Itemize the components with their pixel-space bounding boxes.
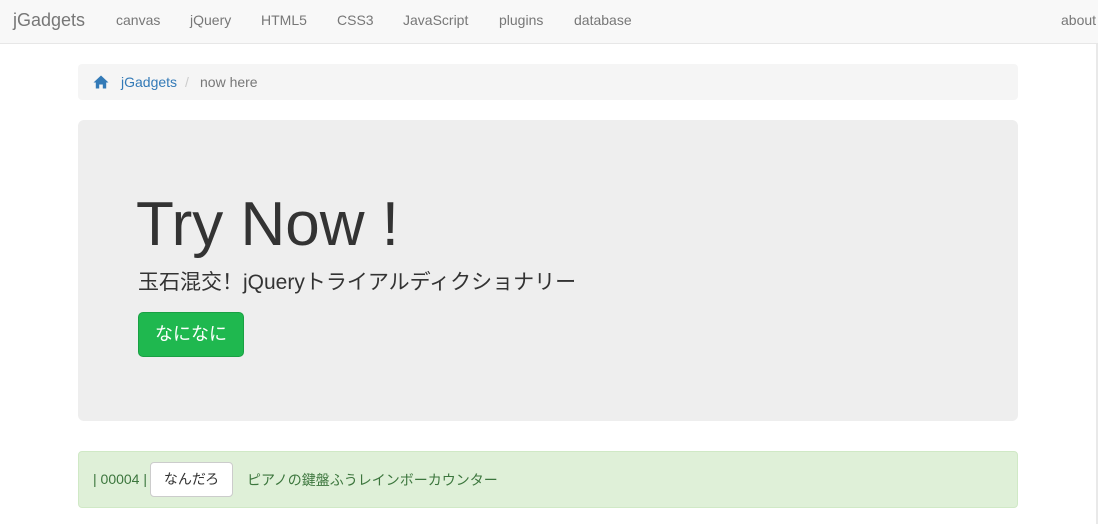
nav-item-jquery[interactable]: jQuery — [190, 12, 231, 28]
counter-alert: | 00004 | なんだろ ピアノの鍵盤ふうレインボーカウンター — [78, 451, 1018, 508]
top-navbar: jGadgets canvas jQuery HTML5 CSS3 JavaSc… — [0, 0, 1098, 44]
nav-item-about[interactable]: about — [1061, 12, 1096, 28]
nav-item-css3[interactable]: CSS3 — [337, 12, 374, 28]
nav-item-database[interactable]: database — [574, 12, 632, 28]
nav-item-plugins[interactable]: plugins — [499, 12, 543, 28]
hero-title: Try Now ! — [136, 190, 399, 259]
breadcrumb-link-jgadgets[interactable]: jGadgets — [121, 74, 177, 90]
nav-item-javascript[interactable]: JavaScript — [403, 12, 468, 28]
breadcrumb-current: now here — [200, 74, 258, 90]
hero-button[interactable]: なになに — [138, 312, 244, 357]
hero-subtitle: 玉石混交！jQueryトライアルディクショナリー — [138, 271, 577, 294]
nav-item-html5[interactable]: HTML5 — [261, 12, 307, 28]
counter-link[interactable]: ピアノの鍵盤ふうレインボーカウンター — [247, 470, 498, 490]
navbar-brand[interactable]: jGadgets — [13, 10, 85, 31]
hero-panel: Try Now ! 玉石混交！jQueryトライアルディクショナリー なになに — [78, 120, 1018, 421]
home-icon[interactable] — [93, 74, 109, 90]
counter-button[interactable]: なんだろ — [150, 462, 233, 497]
breadcrumb-separator: / — [185, 74, 189, 90]
nav-item-canvas[interactable]: canvas — [116, 12, 160, 28]
counter-value: | 00004 | — [93, 471, 147, 487]
breadcrumb: jGadgets / now here — [78, 64, 1018, 100]
